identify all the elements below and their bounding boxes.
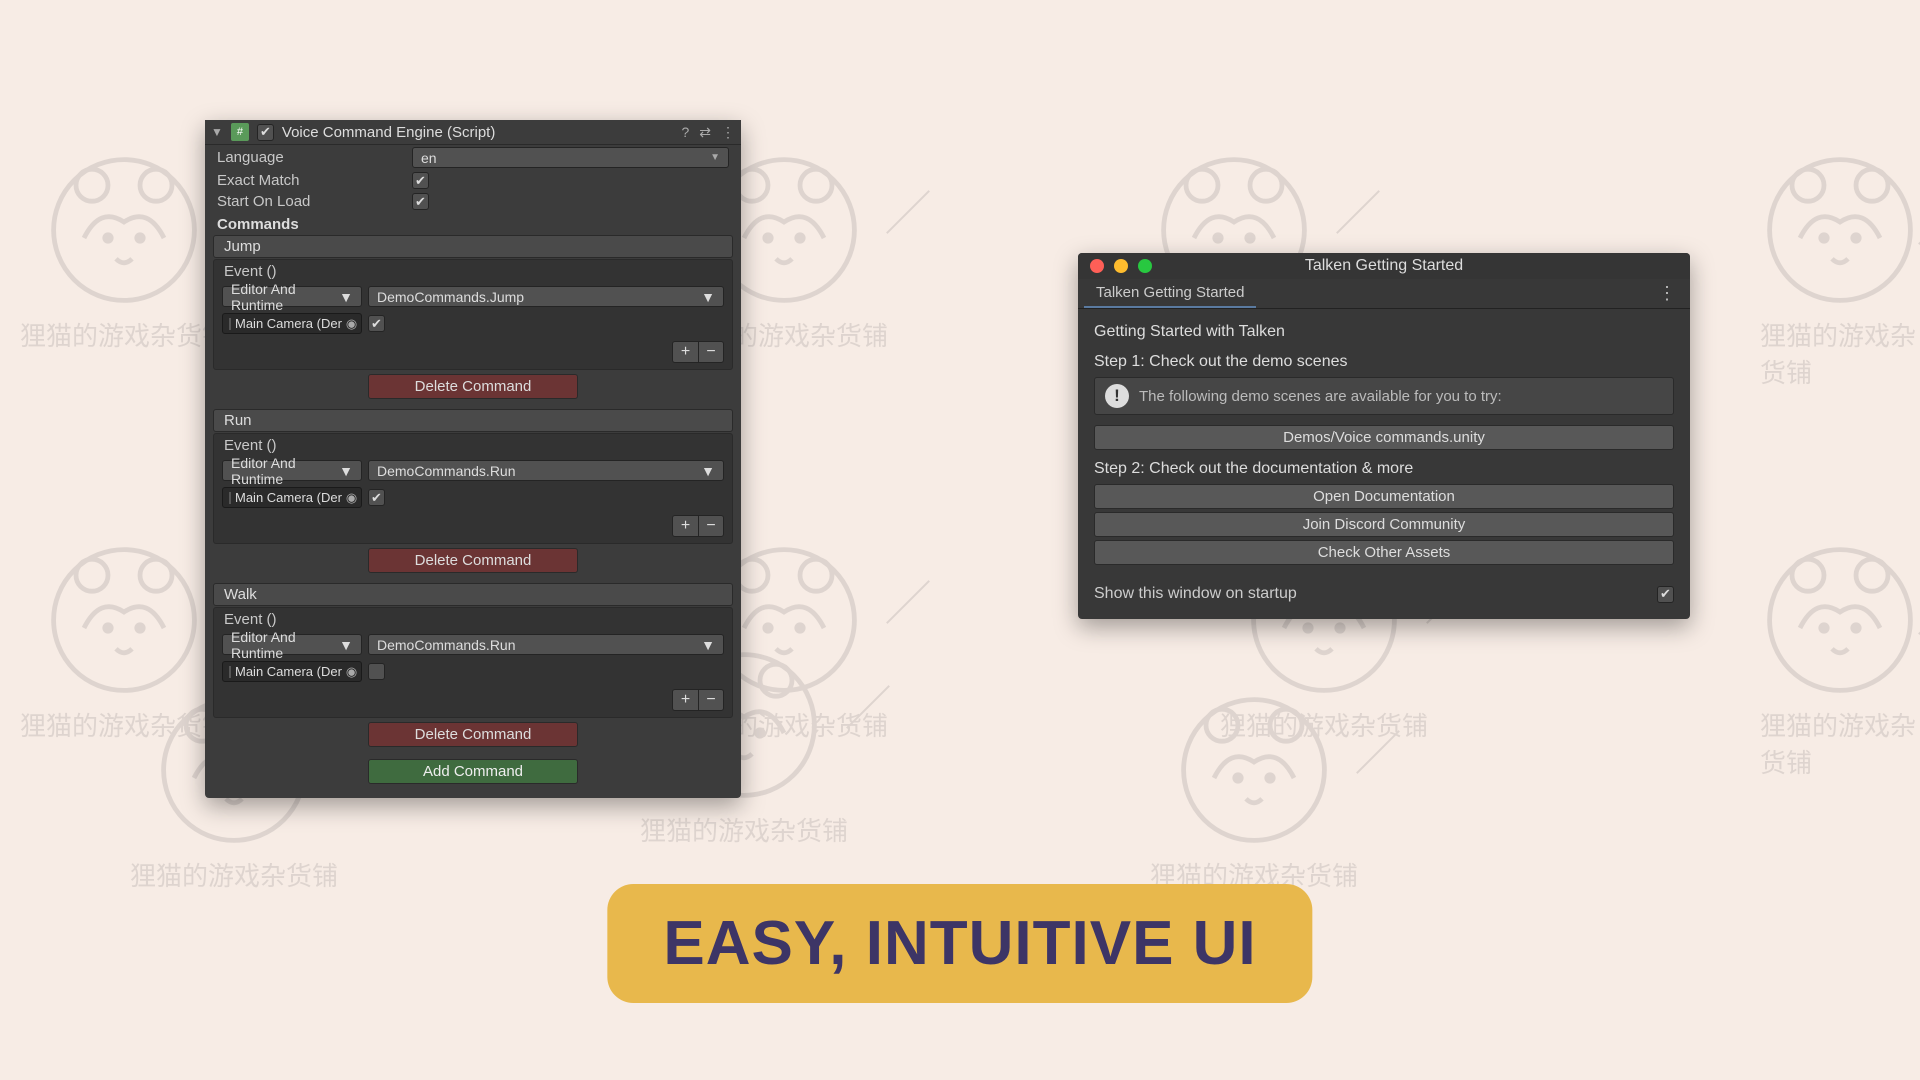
start-on-load-label: Start On Load [217,193,412,210]
command-block: RunEvent ()Editor And Runtime▼DemoComman… [213,409,733,573]
start-on-load-row: Start On Load ✔ [205,191,741,212]
inspector-header[interactable]: ▼ # ✔ Voice Command Engine (Script) ? ⇄ … [205,120,741,145]
tab-bar: Talken Getting Started ⋮ [1078,279,1690,309]
show-on-startup-checkbox[interactable]: ✔ [1657,586,1674,603]
function-dropdown[interactable]: DemoCommands.Run▼ [368,634,724,655]
exact-match-row: Exact Match ✔ [205,170,741,191]
call-state-dropdown[interactable]: Editor And Runtime▼ [222,286,362,307]
function-dropdown[interactable]: DemoCommands.Jump▼ [368,286,724,307]
window-titlebar[interactable]: Talken Getting Started [1078,253,1690,279]
event-box: Event ()Editor And Runtime▼DemoCommands.… [213,259,733,370]
command-name-field[interactable]: Run [213,409,733,432]
commands-section-label: Commands [205,212,741,235]
gameobject-icon [229,666,231,678]
marketing-banner: EASY, INTUITIVE UI [607,884,1312,1003]
component-enable-checkbox[interactable]: ✔ [257,124,274,141]
event-box: Event ()Editor And Runtime▼DemoCommands.… [213,433,733,544]
remove-listener-button[interactable]: − [698,515,724,537]
tab-getting-started[interactable]: Talken Getting Started [1084,279,1256,308]
info-text: The following demo scenes are available … [1139,388,1502,405]
target-object-field[interactable]: Main Camera (Der◉ [222,661,362,682]
component-title: Voice Command Engine (Script) [282,124,674,141]
info-box: ! The following demo scenes are availabl… [1094,377,1674,415]
command-name-field[interactable]: Walk [213,583,733,606]
language-dropdown[interactable]: en ▼ [412,147,729,168]
help-icon[interactable]: ? [681,124,689,140]
kebab-icon[interactable]: ⋮ [1650,283,1684,304]
window-title: Talken Getting Started [1078,257,1690,275]
command-block: WalkEvent ()Editor And Runtime▼DemoComma… [213,583,733,747]
object-picker-icon[interactable]: ◉ [346,316,357,332]
add-listener-button[interactable]: + [672,341,698,363]
command-name-field[interactable]: Jump [213,235,733,258]
close-icon[interactable] [1090,259,1104,273]
language-label: Language [217,149,412,166]
arg-checkbox[interactable]: ✔ [368,489,385,506]
add-listener-button[interactable]: + [672,689,698,711]
delete-command-button[interactable]: Delete Command [368,722,578,747]
script-icon: # [231,123,249,141]
exact-match-checkbox[interactable]: ✔ [412,172,429,189]
remove-listener-button[interactable]: − [698,689,724,711]
delete-command-button[interactable]: Delete Command [368,548,578,573]
exact-match-label: Exact Match [217,172,412,189]
arg-checkbox[interactable]: ✔ [368,315,385,332]
target-object-field[interactable]: Main Camera (Der◉ [222,487,362,508]
show-on-startup-label: Show this window on startup [1094,585,1297,603]
step1-label: Step 1: Check out the demo scenes [1094,353,1674,371]
add-command-button[interactable]: Add Command [368,759,578,784]
foldout-icon[interactable]: ▼ [211,125,223,139]
kebab-icon[interactable]: ⋮ [721,124,735,141]
function-dropdown[interactable]: DemoCommands.Run▼ [368,460,724,481]
object-picker-icon[interactable]: ◉ [346,490,357,506]
event-box: Event ()Editor And Runtime▼DemoCommands.… [213,607,733,718]
maximize-icon[interactable] [1138,259,1152,273]
inspector-panel: ▼ # ✔ Voice Command Engine (Script) ? ⇄ … [205,120,741,798]
check-other-assets-button[interactable]: Check Other Assets [1094,540,1674,565]
preset-icon[interactable]: ⇄ [699,124,711,141]
demo-scene-button[interactable]: Demos/Voice commands.unity [1094,425,1674,450]
arg-checkbox[interactable] [368,663,385,680]
gs-heading: Getting Started with Talken [1094,323,1674,341]
show-on-startup-row: Show this window on startup ✔ [1094,585,1674,603]
join-discord-button[interactable]: Join Discord Community [1094,512,1674,537]
add-listener-button[interactable]: + [672,515,698,537]
target-object-field[interactable]: Main Camera (Der◉ [222,313,362,334]
getting-started-window: Talken Getting Started Talken Getting St… [1078,253,1690,619]
object-picker-icon[interactable]: ◉ [346,664,357,680]
call-state-dropdown[interactable]: Editor And Runtime▼ [222,634,362,655]
open-documentation-button[interactable]: Open Documentation [1094,484,1674,509]
info-icon: ! [1105,384,1129,408]
minimize-icon[interactable] [1114,259,1128,273]
command-block: JumpEvent ()Editor And Runtime▼DemoComma… [213,235,733,399]
start-on-load-checkbox[interactable]: ✔ [412,193,429,210]
language-row: Language en ▼ [205,145,741,170]
call-state-dropdown[interactable]: Editor And Runtime▼ [222,460,362,481]
gameobject-icon [229,318,231,330]
gameobject-icon [229,492,231,504]
step2-label: Step 2: Check out the documentation & mo… [1094,460,1674,478]
chevron-down-icon: ▼ [710,152,720,163]
remove-listener-button[interactable]: − [698,341,724,363]
delete-command-button[interactable]: Delete Command [368,374,578,399]
